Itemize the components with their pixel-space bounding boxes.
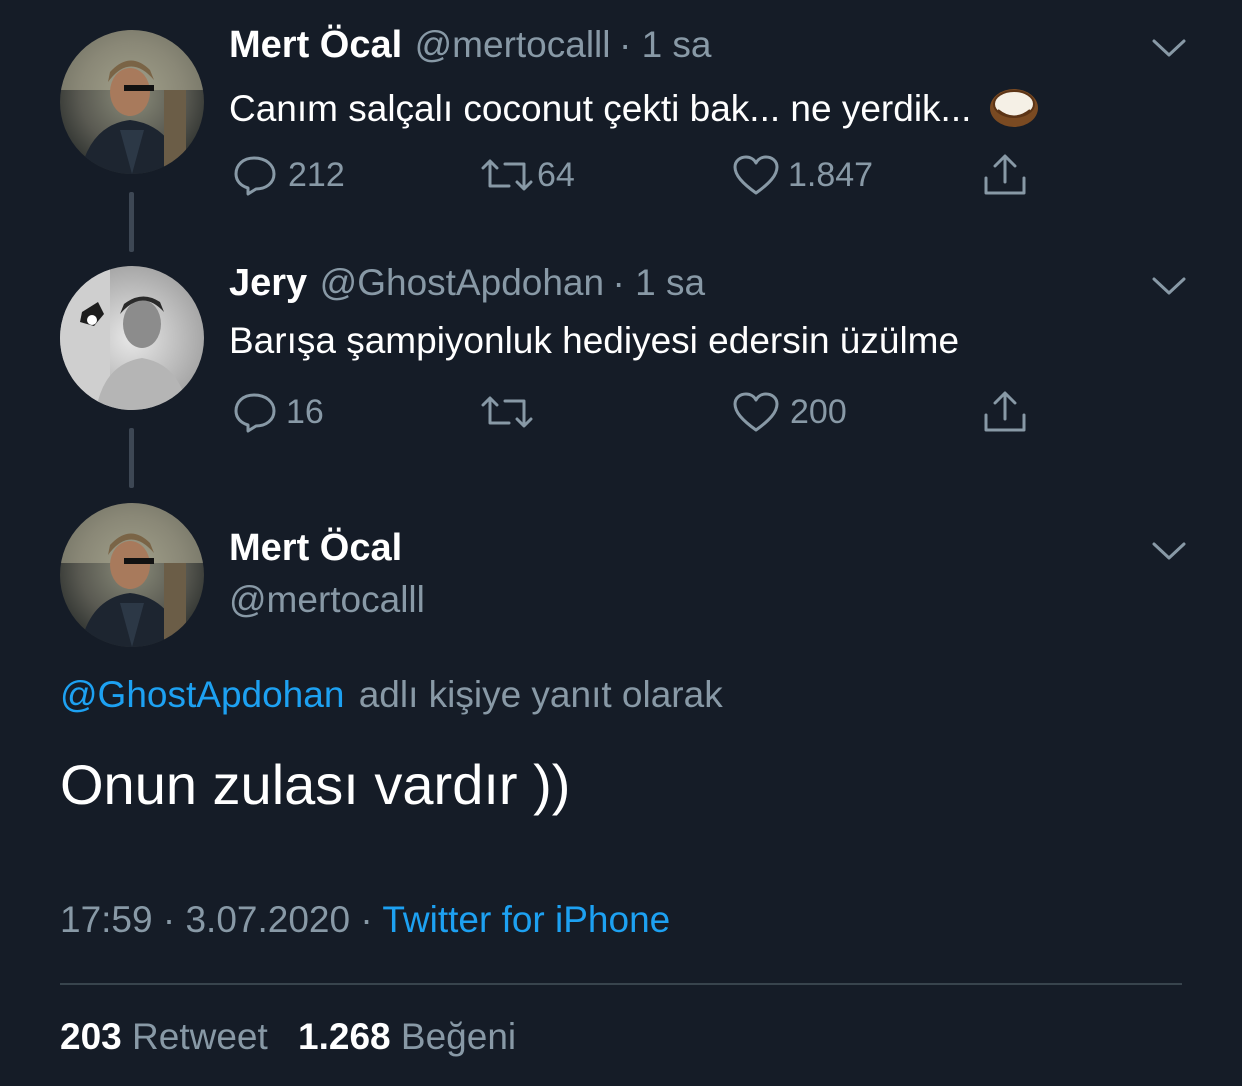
meta-separator: · [162, 899, 176, 940]
meta-separator: · [360, 899, 373, 940]
like-count: 200 [790, 392, 847, 431]
like-action[interactable]: 200 [732, 391, 847, 433]
tweet-text: Canım salçalı coconut çekti bak... ne ye… [229, 83, 1040, 130]
tweet-body: Canım salçalı coconut çekti bak... ne ye… [229, 88, 972, 129]
tweet-time[interactable]: · 1 sa [613, 262, 706, 303]
like-action[interactable]: 1.847 [732, 154, 873, 196]
like-total: 1.268 [298, 1016, 391, 1057]
likes-stat[interactable]: 1.268 Beğeni [298, 1016, 516, 1057]
retweet-action[interactable]: 64 [479, 154, 575, 196]
reply-icon [234, 156, 276, 196]
author-handle[interactable]: @mertocalll [415, 24, 611, 65]
chevron-down-icon[interactable] [1151, 274, 1187, 298]
retweet-icon [481, 159, 533, 191]
tweet-time[interactable]: · 1 sa [619, 24, 712, 65]
thread-connector [129, 428, 134, 488]
retweet-icon [481, 396, 533, 428]
avatar-jery[interactable] [60, 266, 204, 410]
like-label: Beğeni [400, 1016, 517, 1057]
coconut-emoji [989, 89, 1038, 127]
tweet-time[interactable]: 17:59 [60, 899, 153, 940]
retweet-total: 203 [60, 1016, 122, 1057]
main-tweet-text: Onun zulası vardır )) [60, 753, 571, 816]
author-handle[interactable]: @mertocalll [229, 579, 425, 621]
retweet-count: 64 [537, 155, 575, 194]
tweet-header: Mert Öcal @mertocalll · 1 sa [229, 24, 712, 67]
reply-context: @GhostApdohan adlı kişiye yanıt olarak [60, 674, 723, 716]
share-action[interactable] [982, 152, 1028, 198]
avatar-mert-ocal[interactable] [60, 30, 204, 174]
reply-count: 212 [288, 155, 345, 194]
tweet-header: Jery @GhostApdohan · 1 sa [229, 262, 705, 305]
share-icon [984, 391, 1026, 432]
reply-action[interactable]: 16 [232, 391, 324, 433]
retweet-action[interactable] [479, 391, 535, 433]
chevron-down-icon[interactable] [1151, 539, 1187, 563]
like-icon [733, 155, 779, 195]
reply-count: 16 [286, 392, 324, 431]
tweet-date[interactable]: 3.07.2020 [185, 899, 350, 940]
divider [60, 983, 1182, 985]
engagement-stats: 203 Retweet 1.268 Beğeni [60, 1016, 516, 1058]
tweet-body: Barışa şampiyonluk hediyesi edersin üzül… [229, 320, 960, 361]
author-name[interactable]: Mert Öcal [229, 24, 402, 66]
retweets-stat[interactable]: 203 Retweet [60, 1016, 278, 1057]
reply-to-suffix: adlı kişiye yanıt olarak [358, 674, 723, 715]
avatar-mert-ocal[interactable] [60, 503, 204, 647]
author-handle[interactable]: @GhostApdohan [320, 262, 604, 303]
author-name[interactable]: Mert Öcal [229, 527, 402, 570]
tweet-source-link[interactable]: Twitter for iPhone [382, 899, 670, 940]
reply-to-handle-link[interactable]: @GhostApdohan [60, 674, 344, 715]
tweet-meta: 17:59 · 3.07.2020 · Twitter for iPhone [60, 899, 670, 941]
reply-icon [234, 393, 276, 433]
share-action[interactable] [982, 389, 1028, 435]
retweet-label: Retweet [132, 1016, 268, 1057]
like-count: 1.847 [788, 155, 874, 194]
like-icon [733, 392, 779, 432]
share-icon [984, 154, 1026, 195]
thread-connector [129, 192, 134, 252]
reply-action[interactable]: 212 [232, 154, 345, 196]
chevron-down-icon[interactable] [1151, 36, 1187, 60]
author-name[interactable]: Jery [229, 262, 307, 304]
